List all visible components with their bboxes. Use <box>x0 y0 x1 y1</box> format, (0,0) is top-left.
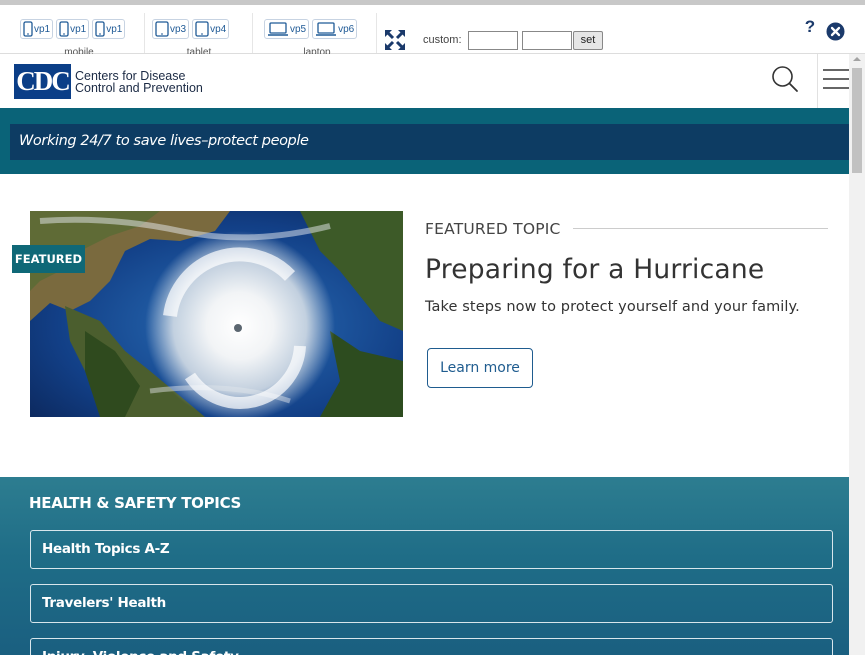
site-header: CDC Centers for Disease Control and Prev… <box>0 54 850 108</box>
custom-size-label: custom: <box>423 34 462 46</box>
custom-width-input[interactable] <box>468 31 518 50</box>
featured-badge: FEATURED <box>12 245 85 273</box>
viewport-group-mobile: vp1 vp1 vp1 mobile <box>20 13 145 59</box>
custom-height-input[interactable] <box>522 31 572 50</box>
cdc-agency-name: Centers for Disease Control and Preventi… <box>75 68 203 95</box>
viewport-button-laptop-2[interactable]: vp6 <box>312 19 358 39</box>
learn-more-button[interactable]: Learn more <box>427 348 533 388</box>
phone-icon <box>95 21 105 37</box>
viewport-toolbar: vp1 vp1 vp1 mobile vp3 vp4 tablet vp5 vp… <box>0 0 865 58</box>
scrollbar-thumb[interactable] <box>852 68 862 173</box>
viewport-button-label: vp1 <box>70 23 87 35</box>
search-icon[interactable] <box>771 65 799 93</box>
health-safety-title: HEALTH & SAFETY TOPICS <box>29 494 242 512</box>
viewport-button-label: vp4 <box>210 23 227 35</box>
laptop-icon <box>268 22 288 36</box>
tagline-bar: Working 24/7 to save lives–protect peopl… <box>10 124 849 160</box>
menu-button[interactable] <box>817 54 850 108</box>
viewport-button-mobile-3[interactable]: vp1 <box>92 19 126 39</box>
viewport-button-tablet-1[interactable]: vp3 <box>152 19 190 39</box>
agency-name-line-1: Centers for Disease <box>75 68 186 83</box>
hurricane-satellite-image[interactable] <box>30 211 403 417</box>
tablet-icon <box>155 21 169 37</box>
viewport-button-mobile-1[interactable]: vp1 <box>20 19 54 39</box>
viewport-group-tablet: vp3 vp4 tablet <box>152 13 253 59</box>
health-topics-az-link[interactable]: Health Topics A-Z <box>30 530 833 569</box>
viewport-button-mobile-2[interactable]: vp1 <box>56 19 90 39</box>
tagline-band: Working 24/7 to save lives–protect peopl… <box>0 108 849 174</box>
cdc-logo-mark: CDC <box>14 64 71 99</box>
viewport-button-laptop-1[interactable]: vp5 <box>264 19 310 39</box>
travelers-health-link[interactable]: Travelers' Health <box>30 584 833 623</box>
viewport-button-label: vp3 <box>170 23 187 35</box>
help-button[interactable]: ? <box>801 17 819 37</box>
hurricane-satellite-graphic <box>30 211 403 417</box>
viewport-button-label: vp5 <box>290 23 307 35</box>
agency-name-line-2: Control and Prevention <box>75 80 203 95</box>
featured-description: Take steps now to protect yourself and y… <box>425 299 800 315</box>
kicker-divider <box>573 228 828 229</box>
injury-violence-safety-link[interactable]: Injury, Violence and Safety <box>30 638 833 655</box>
viewport-group-laptop: vp5 vp6 laptop <box>264 13 377 59</box>
viewport-button-label: vp6 <box>338 23 355 35</box>
cdc-logo[interactable]: CDC Centers for Disease Control and Prev… <box>14 64 203 99</box>
set-size-button[interactable]: set <box>573 31 603 50</box>
tablet-icon <box>195 21 209 37</box>
close-circle-icon[interactable] <box>826 22 845 41</box>
viewport-button-label: vp1 <box>106 23 123 35</box>
tagline-text: Working 24/7 to save lives–protect peopl… <box>19 133 309 149</box>
fullscreen-icon[interactable] <box>384 29 406 51</box>
phone-icon <box>23 21 33 37</box>
laptop-icon <box>316 22 337 36</box>
viewport-button-tablet-2[interactable]: vp4 <box>192 19 230 39</box>
page-scrollbar[interactable] <box>849 54 865 655</box>
health-safety-section: HEALTH & SAFETY TOPICS Health Topics A-Z… <box>0 477 849 655</box>
hamburger-menu-icon <box>823 69 850 89</box>
featured-title[interactable]: Preparing for a Hurricane <box>425 254 764 285</box>
scroll-up-arrow-icon[interactable] <box>853 57 861 61</box>
viewport-button-label: vp1 <box>34 23 51 35</box>
featured-topic-kicker: FEATURED TOPIC <box>425 220 561 238</box>
phone-icon <box>59 21 69 37</box>
